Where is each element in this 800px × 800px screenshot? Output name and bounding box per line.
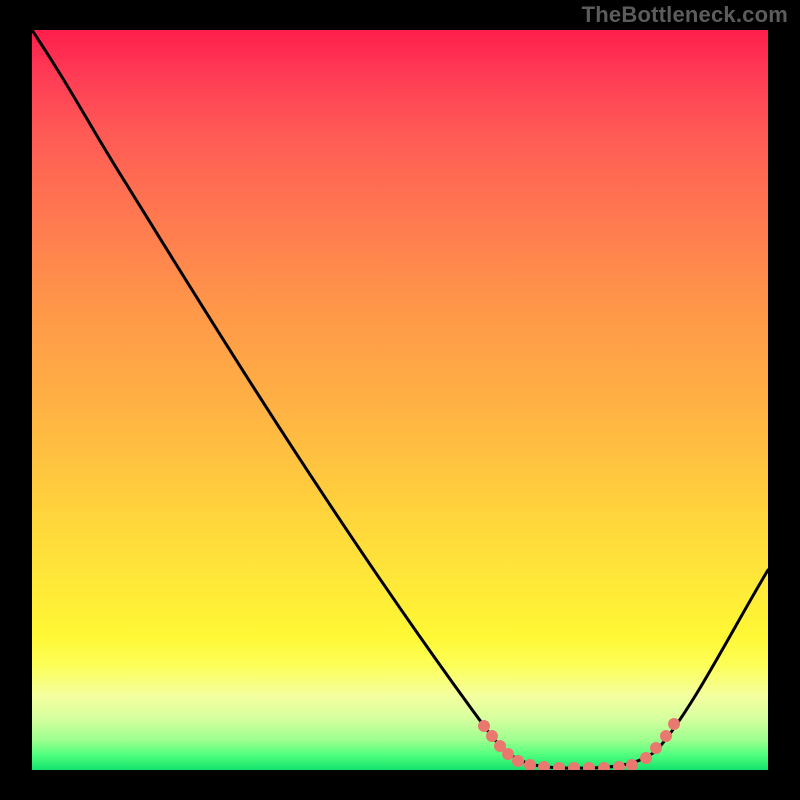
curve-path <box>32 30 768 768</box>
plot-area <box>32 30 768 770</box>
valley-dots <box>478 718 680 770</box>
bottleneck-curve <box>32 30 768 770</box>
chart-frame: TheBottleneck.com <box>0 0 800 800</box>
watermark-text: TheBottleneck.com <box>582 2 788 28</box>
